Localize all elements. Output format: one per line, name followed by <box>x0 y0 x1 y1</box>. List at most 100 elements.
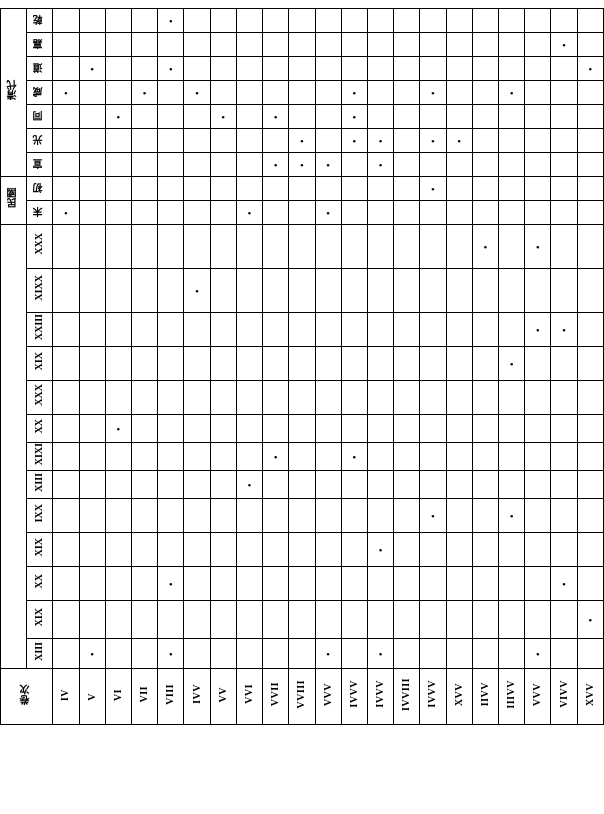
grid-cell <box>184 105 210 129</box>
grid-cell <box>210 567 236 601</box>
grid-cell <box>315 81 341 105</box>
grid-cell <box>525 269 551 313</box>
grid-cell <box>577 443 603 471</box>
column-header: VIVV <box>551 669 577 725</box>
grid-cell <box>184 225 210 269</box>
grid-cell <box>210 201 236 225</box>
grid-cell <box>53 225 79 269</box>
grid-cell <box>446 347 472 381</box>
grid-cell <box>184 201 210 225</box>
grid-cell <box>472 499 498 533</box>
row-header: XX <box>27 567 53 601</box>
grid-cell <box>472 567 498 601</box>
grid-cell <box>577 269 603 313</box>
grid-cell <box>315 471 341 499</box>
grid-cell <box>446 639 472 669</box>
grid-cell <box>525 9 551 33</box>
grid-cell <box>394 57 420 81</box>
grid-cell <box>472 415 498 443</box>
grid-cell <box>263 347 289 381</box>
grid-cell <box>105 81 131 105</box>
grid-cell <box>499 177 525 201</box>
grid-cell <box>315 269 341 313</box>
grid-cell <box>53 639 79 669</box>
grid-cell <box>315 153 341 177</box>
grid-cell <box>236 639 262 669</box>
grid-cell <box>79 443 105 471</box>
grid-cell <box>105 129 131 153</box>
grid-cell <box>289 105 315 129</box>
grid-cell <box>394 381 420 415</box>
grid-cell <box>420 153 446 177</box>
grid-cell <box>315 533 341 567</box>
grid-cell <box>236 567 262 601</box>
grid-cell <box>263 57 289 81</box>
row-header: XIX <box>27 347 53 381</box>
grid-cell <box>236 415 262 443</box>
grid-cell <box>367 81 393 105</box>
grid-cell <box>341 567 367 601</box>
grid-cell <box>367 601 393 639</box>
grid-cell <box>472 443 498 471</box>
grid-cell <box>105 153 131 177</box>
grid-cell <box>184 443 210 471</box>
grid-cell <box>105 269 131 313</box>
grid-cell <box>263 177 289 201</box>
grid-cell <box>131 313 157 347</box>
grid-cell <box>184 9 210 33</box>
grid-cell <box>499 347 525 381</box>
grid-cell <box>446 443 472 471</box>
row-header: XIXX <box>27 269 53 313</box>
grid-cell <box>446 533 472 567</box>
grid-cell <box>551 533 577 567</box>
grid-cell <box>341 313 367 347</box>
grid-cell <box>158 105 184 129</box>
column-header: VVV <box>525 669 551 725</box>
grid-cell <box>158 415 184 443</box>
group-header: 民國 <box>1 177 27 225</box>
grid-cell <box>184 471 210 499</box>
grid-cell <box>158 129 184 153</box>
grid-cell <box>105 9 131 33</box>
grid-cell <box>577 533 603 567</box>
grid-cell <box>499 639 525 669</box>
grid-cell <box>367 105 393 129</box>
grid-cell <box>551 105 577 129</box>
grid-cell <box>53 201 79 225</box>
grid-cell <box>367 225 393 269</box>
grid-cell <box>525 415 551 443</box>
grid-cell <box>236 443 262 471</box>
grid-cell <box>131 201 157 225</box>
grid-cell <box>472 177 498 201</box>
grid-cell <box>499 153 525 177</box>
row-header: 嘉 <box>27 33 53 57</box>
grid-cell <box>210 153 236 177</box>
grid-cell <box>499 533 525 567</box>
grid-cell <box>341 153 367 177</box>
grid-cell <box>394 533 420 567</box>
grid-cell <box>236 153 262 177</box>
grid-cell <box>394 9 420 33</box>
grid-cell <box>53 57 79 81</box>
grid-cell <box>577 225 603 269</box>
row-header: 道 <box>27 57 53 81</box>
grid-cell <box>289 129 315 153</box>
grid-cell <box>289 443 315 471</box>
grid-cell <box>105 567 131 601</box>
grid-cell <box>315 415 341 443</box>
row-header: 咸 <box>27 81 53 105</box>
grid-cell <box>210 33 236 57</box>
grid-cell <box>341 443 367 471</box>
grid-cell <box>551 57 577 81</box>
grid-cell <box>131 57 157 81</box>
grid-cell <box>315 347 341 381</box>
grid-cell <box>420 381 446 415</box>
grid-cell <box>263 81 289 105</box>
grid-cell <box>499 129 525 153</box>
grid-cell <box>263 639 289 669</box>
grid-cell <box>367 177 393 201</box>
column-header: IIIVV <box>499 669 525 725</box>
grid-cell <box>367 443 393 471</box>
grid-cell <box>184 313 210 347</box>
grid-cell <box>420 313 446 347</box>
